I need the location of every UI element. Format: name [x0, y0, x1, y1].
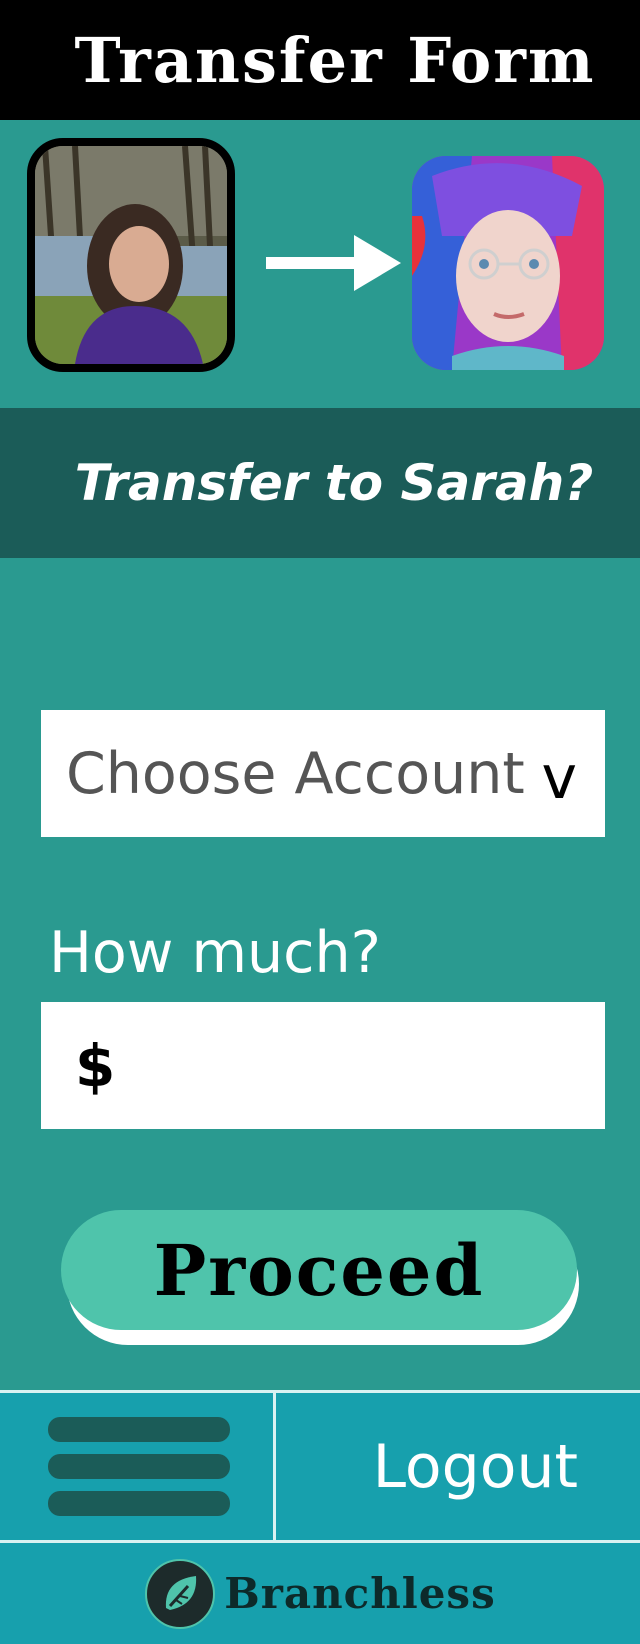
recipient-photo [412, 156, 604, 370]
account-select-value: Choose Account [66, 740, 525, 807]
logout-label: Logout [372, 1431, 578, 1502]
transfer-question-banner: Transfer to Sarah? [0, 408, 640, 558]
arrow-right-icon [266, 235, 401, 291]
page-title: Transfer Form [74, 23, 596, 97]
app-header: Transfer Form [0, 0, 640, 120]
recipient-avatar [412, 156, 604, 370]
sender-avatar [27, 138, 235, 372]
sender-photo [35, 146, 227, 364]
amount-label: How much? [49, 920, 381, 986]
menu-bar [48, 1454, 230, 1479]
logout-button[interactable]: Logout [276, 1393, 640, 1540]
chevron-down-icon: v [541, 742, 577, 813]
proceed-button[interactable]: Proceed [61, 1210, 577, 1330]
menu-bar [48, 1417, 230, 1442]
proceed-button-label: Proceed [153, 1228, 485, 1312]
transfer-participants [0, 120, 640, 408]
transfer-form-screen: Transfer Form Transfer to Sarah? Choose … [0, 0, 640, 1644]
account-select[interactable]: Choose Account v [41, 710, 605, 837]
currency-symbol: $ [75, 1031, 116, 1100]
menu-button[interactable] [0, 1393, 276, 1540]
transfer-question: Transfer to Sarah? [74, 454, 594, 512]
brand-name: Branchless [224, 1569, 496, 1618]
leaf-icon [145, 1558, 216, 1629]
amount-field[interactable]: $ [41, 1001, 640, 1130]
menu-bar [48, 1491, 230, 1516]
amount-input[interactable] [125, 1001, 640, 1130]
bottom-nav: Logout [0, 1390, 640, 1540]
brand-bar: Branchless [0, 1540, 640, 1644]
